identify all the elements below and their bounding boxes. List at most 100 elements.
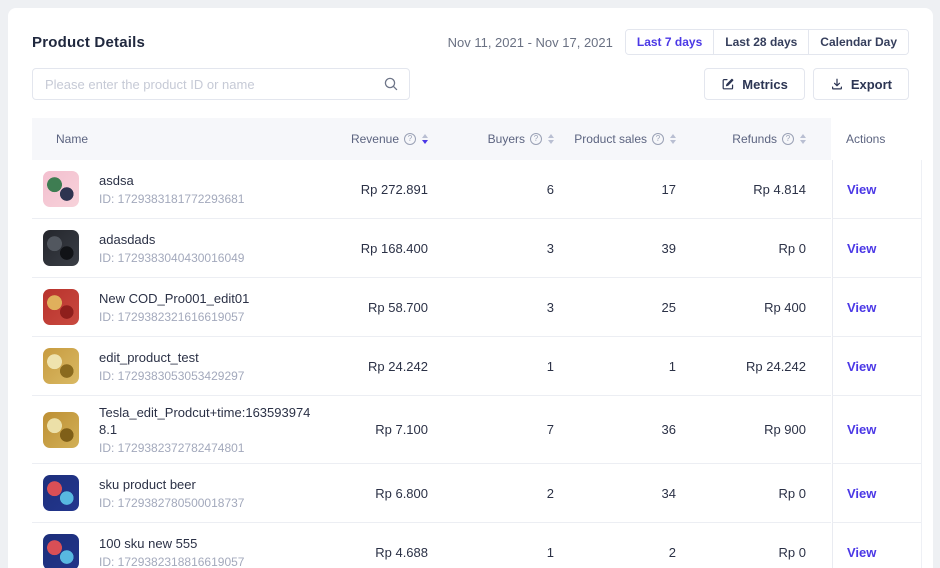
product-name-block: Tesla_edit_Prodcut+time:1635939748.1 ID:… xyxy=(99,404,312,455)
date-range-switcher: Last 7 days Last 28 days Calendar Day xyxy=(625,29,909,55)
view-link[interactable]: View xyxy=(847,241,876,256)
column-header-product-sales-label: Product sales xyxy=(574,132,647,146)
actions-cell: View xyxy=(832,337,921,396)
product-name: adasdads xyxy=(99,231,244,248)
product-id: ID: 1729383053053429297 xyxy=(99,369,244,383)
info-icon[interactable] xyxy=(404,133,416,145)
product-name-block: sku product beer ID: 1729382780500018737 xyxy=(99,476,244,510)
actions-cell: View xyxy=(832,396,921,464)
view-link[interactable]: View xyxy=(847,359,876,374)
revenue-cell: Rp 272.891 xyxy=(312,182,428,197)
buyers-cell: 1 xyxy=(428,545,554,560)
product-details-card: Product Details Nov 11, 2021 - Nov 17, 2… xyxy=(8,8,933,568)
toolbar: Metrics Export xyxy=(32,68,909,100)
column-header-name: Name xyxy=(32,132,312,146)
export-button[interactable]: Export xyxy=(813,68,909,100)
table-row-main: adasdads ID: 1729383040430016049 Rp 168.… xyxy=(32,219,831,278)
product-thumbnail xyxy=(43,230,79,266)
buyers-cell: 2 xyxy=(428,486,554,501)
refunds-cell: Rp 900 xyxy=(676,422,806,437)
table-header: Name Revenue Buyers Product sales xyxy=(32,118,922,160)
table-row: adasdads ID: 1729383040430016049 Rp 168.… xyxy=(32,219,922,278)
product-name-block: edit_product_test ID: 172938305305342929… xyxy=(99,349,244,383)
search-icon[interactable] xyxy=(383,76,399,92)
product-sales-cell: 36 xyxy=(554,422,676,437)
refunds-cell: Rp 4.814 xyxy=(676,182,806,197)
product-id: ID: 1729383181772293681 xyxy=(99,192,244,206)
buyers-cell: 1 xyxy=(428,359,554,374)
actions-cell: View xyxy=(832,160,921,219)
product-name-block: New COD_Pro001_edit01 ID: 17293823216166… xyxy=(99,290,249,324)
view-link[interactable]: View xyxy=(847,300,876,315)
sort-icon[interactable] xyxy=(800,134,806,144)
product-search xyxy=(32,68,410,100)
table-row: New COD_Pro001_edit01 ID: 17293823216166… xyxy=(32,278,922,337)
buyers-cell: 6 xyxy=(428,182,554,197)
range-button-last-28-days[interactable]: Last 28 days xyxy=(713,30,808,54)
column-header-refunds-label: Refunds xyxy=(732,132,777,146)
product-id: ID: 1729382321616619057 xyxy=(99,310,249,324)
table-row-main: New COD_Pro001_edit01 ID: 17293823216166… xyxy=(32,278,831,337)
product-name-block: 100 sku new 555 ID: 1729382318816619057 xyxy=(99,535,244,568)
name-cell: asdsa ID: 1729383181772293681 xyxy=(32,163,312,215)
product-name: Tesla_edit_Prodcut+time:1635939748.1 xyxy=(99,404,312,438)
column-header-refunds[interactable]: Refunds xyxy=(676,132,806,146)
product-name: asdsa xyxy=(99,172,244,189)
view-link[interactable]: View xyxy=(847,486,876,501)
range-button-last-7-days[interactable]: Last 7 days xyxy=(626,30,713,54)
table-body: asdsa ID: 1729383181772293681 Rp 272.891… xyxy=(32,160,922,568)
product-thumbnail xyxy=(43,348,79,384)
info-icon[interactable] xyxy=(530,133,542,145)
product-search-input[interactable] xyxy=(32,68,410,100)
product-table: Name Revenue Buyers Product sales xyxy=(32,118,922,568)
product-name: 100 sku new 555 xyxy=(99,535,244,552)
table-row: asdsa ID: 1729383181772293681 Rp 272.891… xyxy=(32,160,922,219)
date-controls: Nov 11, 2021 - Nov 17, 2021 Last 7 days … xyxy=(448,29,909,55)
column-header-revenue[interactable]: Revenue xyxy=(312,132,428,146)
view-link[interactable]: View xyxy=(847,182,876,197)
range-button-calendar-day[interactable]: Calendar Day xyxy=(808,30,908,54)
view-link[interactable]: View xyxy=(847,545,876,560)
view-link[interactable]: View xyxy=(847,422,876,437)
table-header-main: Name Revenue Buyers Product sales xyxy=(32,118,831,160)
product-name-block: adasdads ID: 1729383040430016049 xyxy=(99,231,244,265)
buyers-cell: 7 xyxy=(428,422,554,437)
info-icon[interactable] xyxy=(782,133,794,145)
product-thumbnail xyxy=(43,475,79,511)
column-header-actions: Actions xyxy=(832,118,921,160)
actions-cell: View xyxy=(832,278,921,337)
actions-cell: View xyxy=(832,523,921,568)
column-header-revenue-label: Revenue xyxy=(351,132,399,146)
buyers-cell: 3 xyxy=(428,300,554,315)
product-id: ID: 1729382318816619057 xyxy=(99,555,244,568)
table-row: sku product beer ID: 1729382780500018737… xyxy=(32,464,922,523)
product-sales-cell: 17 xyxy=(554,182,676,197)
column-header-buyers[interactable]: Buyers xyxy=(428,132,554,146)
page-header: Product Details Nov 11, 2021 - Nov 17, 2… xyxy=(32,30,909,54)
product-sales-cell: 25 xyxy=(554,300,676,315)
column-header-product-sales[interactable]: Product sales xyxy=(554,132,676,146)
name-cell: edit_product_test ID: 172938305305342929… xyxy=(32,340,312,392)
product-thumbnail xyxy=(43,412,79,448)
table-row-main: Tesla_edit_Prodcut+time:1635939748.1 ID:… xyxy=(32,396,831,464)
revenue-cell: Rp 6.800 xyxy=(312,486,428,501)
export-button-label: Export xyxy=(851,77,892,92)
revenue-cell: Rp 58.700 xyxy=(312,300,428,315)
refunds-cell: Rp 0 xyxy=(676,486,806,501)
info-icon[interactable] xyxy=(652,133,664,145)
name-cell: Tesla_edit_Prodcut+time:1635939748.1 ID:… xyxy=(32,396,312,463)
metrics-button-label: Metrics xyxy=(742,77,788,92)
table-row-main: 100 sku new 555 ID: 1729382318816619057 … xyxy=(32,523,831,568)
metrics-button[interactable]: Metrics xyxy=(704,68,805,100)
refunds-cell: Rp 24.242 xyxy=(676,359,806,374)
product-sales-cell: 39 xyxy=(554,241,676,256)
metrics-edit-icon xyxy=(721,77,735,91)
name-cell: 100 sku new 555 ID: 1729382318816619057 xyxy=(32,526,312,568)
revenue-cell: Rp 24.242 xyxy=(312,359,428,374)
product-sales-cell: 1 xyxy=(554,359,676,374)
table-row: Tesla_edit_Prodcut+time:1635939748.1 ID:… xyxy=(32,396,922,464)
name-cell: sku product beer ID: 1729382780500018737 xyxy=(32,467,312,519)
table-right-edge-divider xyxy=(921,160,922,568)
refunds-cell: Rp 400 xyxy=(676,300,806,315)
table-row-main: edit_product_test ID: 172938305305342929… xyxy=(32,337,831,396)
